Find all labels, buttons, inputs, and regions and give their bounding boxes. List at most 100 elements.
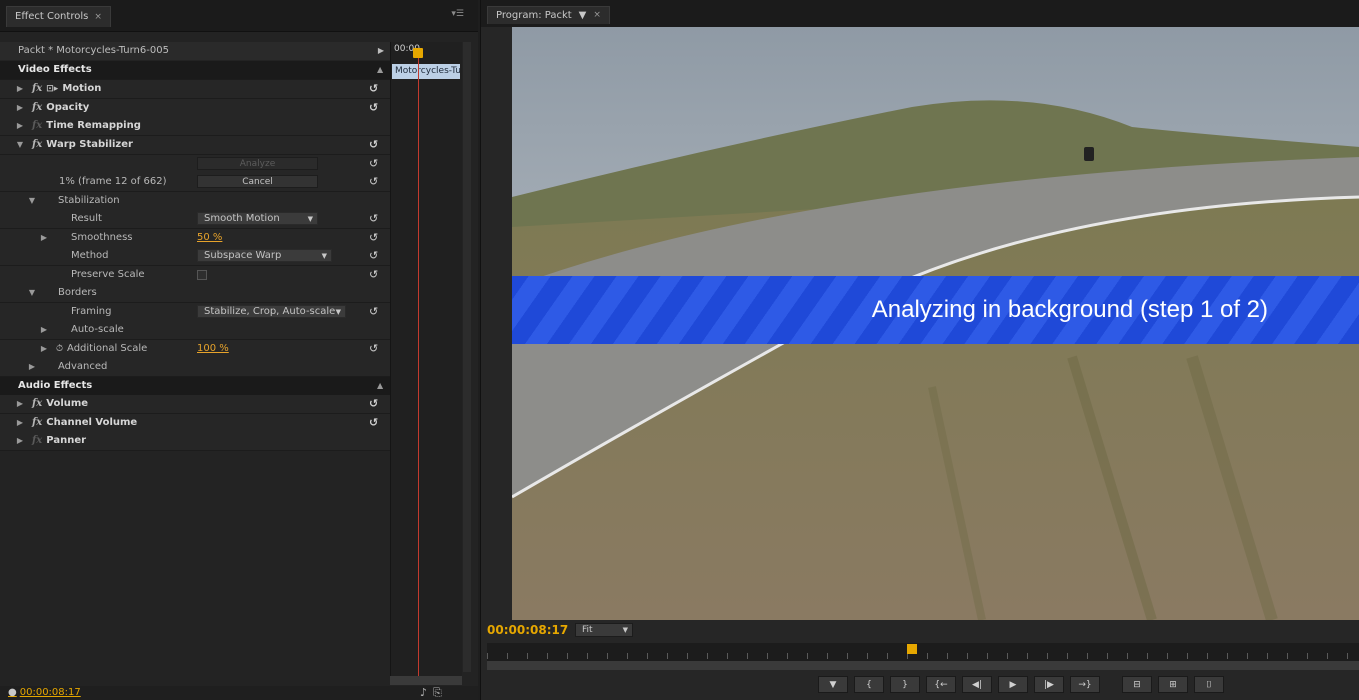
stopwatch-icon[interactable]: ⏱ <box>56 344 63 354</box>
fx-icon[interactable]: fx <box>32 102 42 113</box>
cancel-button[interactable]: Cancel <box>197 175 318 189</box>
additional-scale-value[interactable]: 100 % <box>197 343 229 354</box>
effect-volume[interactable]: ▶ fx Volume ↺ <box>0 395 390 414</box>
expand-icon[interactable]: ▶ <box>14 103 26 112</box>
caret-up-icon[interactable]: ▲ <box>377 65 383 74</box>
timecode-value: 00:00:08:17 <box>19 687 81 698</box>
result-dropdown[interactable]: Smooth Motion ▼ <box>197 212 318 226</box>
effect-controls-timeline[interactable]: 00:00 Motorcycles-Turn <box>390 42 462 676</box>
effect-warp-stabilizer[interactable]: ▼ fx Warp Stabilizer ↺ <box>0 136 390 155</box>
close-icon[interactable]: × <box>593 7 601 24</box>
reset-icon[interactable]: ↺ <box>369 249 378 262</box>
expand-icon[interactable]: ▶ <box>14 84 26 93</box>
playhead-handle-icon[interactable] <box>413 48 423 58</box>
playhead-handle-icon[interactable] <box>907 644 917 654</box>
progress-row: 1% (frame 12 of 662) Cancel ↺ <box>0 173 390 192</box>
expand-icon[interactable]: ▶ <box>38 233 50 242</box>
property-label: Result <box>71 213 102 225</box>
collapse-icon[interactable]: ▼ <box>26 288 38 297</box>
reset-icon[interactable]: ↺ <box>369 212 378 225</box>
lift-button[interactable]: ⊟ <box>1122 676 1152 693</box>
collapse-icon[interactable]: ▼ <box>14 140 26 149</box>
program-video-frame[interactable]: Analyzing in background (step 1 of 2) <box>512 27 1359 620</box>
export-frame-button[interactable]: ⌷ <box>1194 676 1224 693</box>
framing-dropdown[interactable]: Stabilize, Crop, Auto-scale ▼ <box>197 305 346 319</box>
dropdown-arrow-icon: ▼ <box>622 626 628 634</box>
effect-channel-volume[interactable]: ▶ fx Channel Volume ↺ <box>0 414 390 433</box>
go-to-in-button[interactable]: {← <box>926 676 956 693</box>
preserve-scale-checkbox[interactable] <box>197 269 207 280</box>
expand-icon[interactable]: ▶ <box>38 325 50 334</box>
playhead-line[interactable] <box>418 50 419 676</box>
tab-effect-controls[interactable]: Effect Controls × <box>6 6 111 27</box>
fx-icon[interactable]: fx <box>32 398 42 409</box>
reset-icon[interactable]: ↺ <box>369 175 378 188</box>
reset-icon[interactable]: ↺ <box>369 101 378 114</box>
fx-icon[interactable]: fx <box>32 83 42 94</box>
caret-up-icon[interactable]: ▲ <box>377 381 383 390</box>
horizontal-scrollbar[interactable] <box>390 676 462 685</box>
tab-program[interactable]: Program: Packt ▼ × <box>487 6 610 24</box>
playhead-timecode[interactable]: 00:00:08:17 <box>487 623 568 637</box>
tab-label: Program: Packt <box>496 10 572 21</box>
expand-icon[interactable]: ▶ <box>26 362 38 371</box>
method-dropdown[interactable]: Subspace Warp ▼ <box>197 249 332 263</box>
close-icon[interactable]: × <box>94 7 102 27</box>
transform-icon[interactable]: ⊡▸ <box>46 84 58 94</box>
group-borders[interactable]: ▼ Borders <box>0 284 390 303</box>
tab-menu-icon[interactable]: ▼ <box>579 7 587 24</box>
fx-icon[interactable]: fx <box>32 139 42 150</box>
zoom-fit-dropdown[interactable]: Fit ▼ <box>575 623 633 637</box>
step-back-button[interactable]: ◀| <box>962 676 992 693</box>
zoom-scrollbar[interactable] <box>487 661 1359 670</box>
reset-icon[interactable]: ↺ <box>369 268 378 281</box>
dropdown-value: Stabilize, Crop, Auto-scale <box>204 306 336 318</box>
effect-panner[interactable]: ▶ fx Panner <box>0 432 390 451</box>
reset-icon[interactable]: ↺ <box>369 397 378 410</box>
expand-icon[interactable]: ▶ <box>38 344 50 353</box>
play-button[interactable]: ▶ <box>998 676 1028 693</box>
audio-icon[interactable]: ♪ <box>420 686 433 699</box>
mark-in-button[interactable]: { <box>854 676 884 693</box>
property-label: Preserve Scale <box>71 269 145 281</box>
group-advanced[interactable]: ▶ Advanced <box>0 358 390 377</box>
dropdown-value: Fit <box>582 625 593 635</box>
progress-text: 1% (frame 12 of 662) <box>59 176 167 188</box>
export-icon[interactable]: ⎘ <box>433 686 448 699</box>
analyze-button[interactable]: Analyze <box>197 157 318 171</box>
mini-clip-bar[interactable]: Motorcycles-Turn <box>392 64 460 79</box>
reset-icon[interactable]: ↺ <box>369 231 378 244</box>
reset-icon[interactable]: ↺ <box>369 82 378 95</box>
effect-opacity[interactable]: ▶ fx Opacity ↺ <box>0 99 390 118</box>
expand-icon[interactable]: ▶ <box>14 121 26 130</box>
expand-icon[interactable]: ▶ <box>378 42 384 60</box>
analysis-banner: Analyzing in background (step 1 of 2) <box>512 276 1359 344</box>
reset-icon[interactable]: ↺ <box>369 342 378 355</box>
expand-icon[interactable]: ▶ <box>14 399 26 408</box>
vertical-scrollbar[interactable] <box>463 42 471 672</box>
go-to-out-button[interactable]: →} <box>1070 676 1100 693</box>
smoothness-value[interactable]: 50 % <box>197 232 222 243</box>
effect-label: Motion <box>62 83 102 95</box>
step-forward-button[interactable]: |▶ <box>1034 676 1064 693</box>
reset-icon[interactable]: ↺ <box>369 416 378 429</box>
extract-button[interactable]: ⊞ <box>1158 676 1188 693</box>
add-marker-button[interactable]: ▼ <box>818 676 848 693</box>
panel-menu-icon[interactable]: ▾☰ <box>451 9 464 19</box>
expand-icon[interactable]: ▶ <box>14 436 26 445</box>
mark-out-button[interactable]: } <box>890 676 920 693</box>
ruler-ticks <box>487 653 1359 659</box>
group-stabilization[interactable]: ▼ Stabilization <box>0 192 390 211</box>
reset-icon[interactable]: ↺ <box>369 305 378 318</box>
effect-time-remapping[interactable]: ▶ fx Time Remapping <box>0 117 390 136</box>
reset-icon[interactable]: ↺ <box>369 138 378 151</box>
reset-icon[interactable]: ↺ <box>369 157 378 170</box>
fx-icon: fx <box>32 120 43 132</box>
time-ruler[interactable] <box>487 643 1359 661</box>
expand-icon[interactable]: ▶ <box>14 418 26 427</box>
collapse-icon[interactable]: ▼ <box>26 196 38 205</box>
effect-motion[interactable]: ▶ fx ⊡▸ Motion ↺ <box>0 80 390 99</box>
program-monitor-tabbar: Program: Packt ▼ × <box>481 0 1359 27</box>
effect-controls-timecode[interactable]: ● 00:00:08:17 <box>8 686 81 700</box>
fx-icon[interactable]: fx <box>32 417 42 428</box>
